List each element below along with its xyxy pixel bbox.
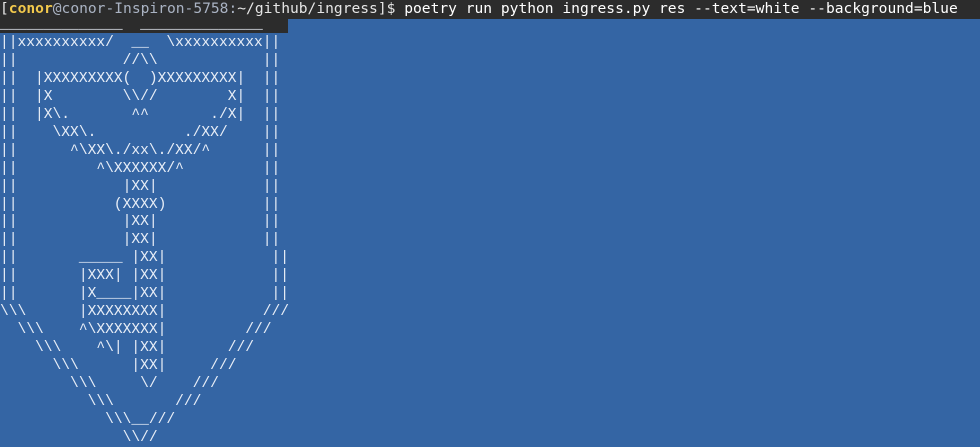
- output-line: \\//: [0, 429, 158, 446]
- output-line: || |X \\// X| ||: [0, 88, 281, 105]
- output-line: || |XX| ||: [0, 232, 281, 249]
- output-line: || |XXXXXXXXX( )XXXXXXXXX| ||: [0, 70, 281, 87]
- output-line: ||xxxxxxxxxx/ __ \xxxxxxxxxx||: [0, 34, 281, 51]
- output-line: \\\ ^\XXXXXXX| ///: [0, 322, 272, 339]
- output-line: || //\\ ||: [0, 52, 281, 69]
- prompt-command: poetry run python ingress.py res --text=…: [404, 0, 958, 17]
- output-line: || ^\XX\./xx\./XX/^ ||: [0, 142, 281, 159]
- output-line: || |X____|XX| ||: [0, 286, 290, 303]
- output-line: || |XXX| |XX| ||: [0, 268, 290, 285]
- output-line: || |XX| ||: [0, 178, 281, 195]
- output-line: || (XXXX) ||: [0, 196, 281, 213]
- output-line: \\\ ///: [0, 394, 202, 411]
- prompt-separator: :: [228, 0, 238, 17]
- output-line: \\\__///: [0, 411, 176, 428]
- prompt-path: ~/github/ingress: [237, 0, 378, 17]
- prompt-at: @: [52, 0, 62, 17]
- prompt-dollar: ]$: [377, 0, 405, 17]
- output-line: || ^\XXXXXX/^ ||: [0, 160, 281, 177]
- ascii-art-output: ______________ ______________ ||xxxxxxxx…: [0, 17, 289, 447]
- output-line: ______________ ______________: [0, 17, 263, 33]
- output-line: \\\ |XX| ///: [0, 358, 237, 375]
- output-line: \\\ |XXXXXXXX| ///: [0, 304, 290, 321]
- output-line: \\\ \/ ///: [0, 376, 219, 393]
- output-line: || |XX| ||: [0, 214, 281, 231]
- output-line: || \XX\. ./XX/ ||: [0, 124, 281, 141]
- output-line: \\\ ^\| |XX| ///: [0, 340, 254, 357]
- prompt-open-bracket: [: [0, 0, 9, 17]
- output-line: || |X\. ^^ ./X| ||: [0, 106, 281, 123]
- prompt-host: conor-Inspiron-5758: [61, 0, 229, 17]
- prompt-user: conor: [8, 0, 53, 17]
- output-line: || _____ |XX| ||: [0, 250, 290, 267]
